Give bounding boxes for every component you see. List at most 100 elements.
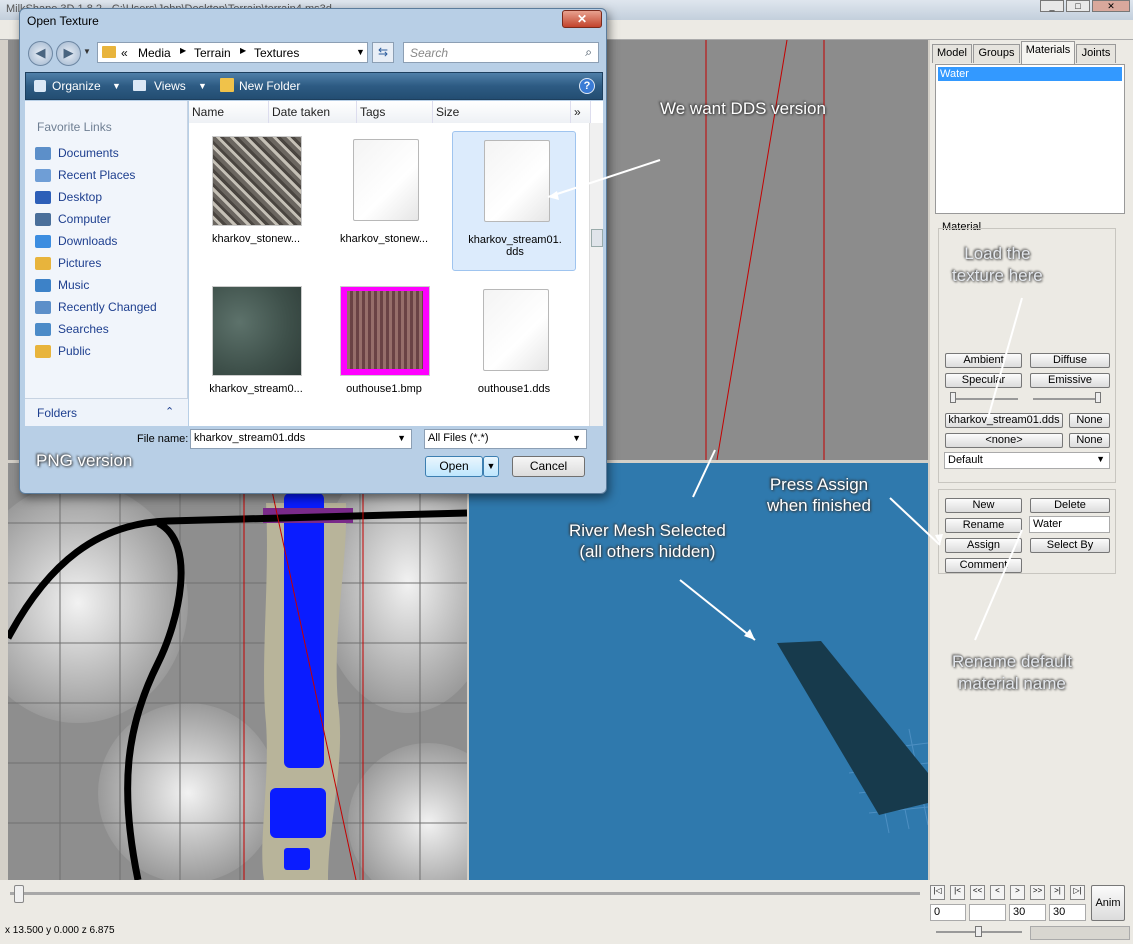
texture-button[interactable]: kharkov_stream01.dds <box>945 413 1063 428</box>
frame-empty-field[interactable] <box>969 904 1006 921</box>
file-name-label: kharkov_stream01. dds <box>468 234 562 258</box>
tab-model[interactable]: Model <box>932 44 972 63</box>
material-item-water[interactable]: Water <box>938 67 1122 81</box>
fast-forward-icon[interactable]: >> <box>1030 885 1045 900</box>
history-dropdown-icon[interactable]: ▼ <box>83 47 91 56</box>
texture-none-button[interactable]: None <box>1069 413 1110 428</box>
cancel-button[interactable]: Cancel <box>512 456 585 477</box>
alpha-none-button[interactable]: None <box>1069 433 1110 448</box>
file-item[interactable]: kharkov_stonew... <box>322 131 446 271</box>
anim-button[interactable]: Anim <box>1091 885 1125 921</box>
open-button[interactable]: Open <box>425 456 483 477</box>
file-name-dropdown-icon[interactable]: ▼ <box>397 433 406 443</box>
address-dropdown-icon[interactable]: ▼ <box>356 47 365 57</box>
maximize-button[interactable]: □ <box>1066 0 1090 12</box>
breadcrumb-overflow-icon[interactable]: « <box>121 46 128 60</box>
transparency-slider[interactable] <box>1033 398 1101 400</box>
shininess-slider[interactable] <box>950 398 1018 400</box>
ambient-button[interactable]: Ambient <box>945 353 1022 368</box>
next-key-icon[interactable]: >| <box>1050 885 1065 900</box>
breadcrumb-terrain[interactable]: Terrain <box>194 46 231 60</box>
alpha-map-button[interactable]: <none> <box>945 433 1063 448</box>
breadcrumb-textures[interactable]: Textures <box>254 46 299 60</box>
scrollbar-thumb[interactable] <box>591 229 603 247</box>
file-type-select[interactable]: All Files (*.*) ▼ <box>424 429 587 449</box>
nav-item-documents[interactable]: Documents <box>35 146 119 166</box>
forward-arrow-icon[interactable]: ▶ <box>56 41 81 66</box>
views-dropdown-icon[interactable]: ▼ <box>198 81 207 91</box>
frame-current-field[interactable]: 0 <box>930 904 966 921</box>
frame-total-field[interactable]: 30 <box>1009 904 1046 921</box>
nav-item-recently-changed[interactable]: Recently Changed <box>35 300 157 320</box>
transparency-slider-thumb[interactable] <box>1095 392 1101 403</box>
anim-speed-thumb[interactable] <box>975 926 982 937</box>
column-size[interactable]: Size <box>433 101 571 123</box>
file-item[interactable]: kharkov_stream0... <box>194 281 318 421</box>
breadcrumb-media[interactable]: Media <box>138 46 171 60</box>
search-input[interactable]: Search ⌕ <box>403 42 599 63</box>
file-item[interactable]: kharkov_stonew... <box>194 131 318 271</box>
step-forward-icon[interactable]: > <box>1010 885 1025 900</box>
new-folder-button[interactable]: New Folder <box>239 79 300 93</box>
emissive-button[interactable]: Emissive <box>1030 373 1110 388</box>
file-name-input[interactable]: kharkov_stream01.dds ▼ <box>190 429 412 449</box>
delete-button[interactable]: Delete <box>1030 498 1110 513</box>
file-type-value: All Files (*.*) <box>428 432 489 444</box>
file-name-label: outhouse1.bmp <box>346 383 422 395</box>
assign-button[interactable]: Assign <box>945 538 1022 553</box>
materials-list[interactable]: Water <box>935 64 1125 214</box>
dialog-close-button[interactable]: ✕ <box>562 10 602 28</box>
minimize-button[interactable]: _ <box>1040 0 1064 12</box>
prev-key-icon[interactable]: |< <box>950 885 965 900</box>
tab-materials[interactable]: Materials <box>1021 41 1075 64</box>
refresh-icon[interactable]: ⇆ <box>372 42 394 63</box>
nav-item-downloads[interactable]: Downloads <box>35 234 117 254</box>
file-item[interactable]: outhouse1.bmp <box>322 281 446 421</box>
specular-button[interactable]: Specular <box>945 373 1022 388</box>
organize-button[interactable]: Organize <box>52 79 101 93</box>
tab-groups[interactable]: Groups <box>973 44 1020 63</box>
first-frame-icon[interactable]: |◁ <box>930 885 945 900</box>
material-name-field[interactable]: Water <box>1029 516 1110 533</box>
file-item[interactable]: kharkov_stream01. dds <box>452 131 576 271</box>
chevron-up-icon[interactable]: ⌃ <box>165 405 174 418</box>
nav-item-pictures[interactable]: Pictures <box>35 256 101 276</box>
open-dropdown-icon[interactable]: ▼ <box>483 456 499 477</box>
rewind-icon[interactable]: << <box>970 885 985 900</box>
recently-changed-icon <box>35 301 51 315</box>
vertical-scrollbar[interactable] <box>589 123 603 426</box>
select-by-button[interactable]: Select By <box>1030 538 1110 553</box>
folders-bar[interactable]: Folders ⌃ <box>25 398 188 426</box>
nav-item-recent-places[interactable]: Recent Places <box>35 168 135 188</box>
more-columns-icon[interactable]: » <box>571 101 591 123</box>
viewport-bottom-left[interactable] <box>8 463 467 880</box>
frame-end-field[interactable]: 30 <box>1049 904 1086 921</box>
comment-button[interactable]: Comment <box>945 558 1022 573</box>
back-arrow-icon[interactable]: ◀ <box>28 41 53 66</box>
nav-item-desktop[interactable]: Desktop <box>35 190 102 210</box>
help-icon[interactable]: ? <box>579 78 595 94</box>
file-item[interactable]: outhouse1.dds <box>452 281 576 421</box>
new-button[interactable]: New <box>945 498 1022 513</box>
tab-joints[interactable]: Joints <box>1076 44 1116 63</box>
timeline-slider[interactable] <box>10 892 920 895</box>
nav-item-computer[interactable]: Computer <box>35 212 111 232</box>
step-back-icon[interactable]: < <box>990 885 1005 900</box>
file-type-dropdown-icon[interactable]: ▼ <box>572 433 581 443</box>
nav-item-music[interactable]: Music <box>35 278 89 298</box>
shininess-slider-thumb[interactable] <box>950 392 956 403</box>
timeline-thumb[interactable] <box>14 885 24 903</box>
material-mode-select[interactable]: Default ▼ <box>944 452 1110 469</box>
rename-button[interactable]: Rename <box>945 518 1022 533</box>
nav-item-searches[interactable]: Searches <box>35 322 109 342</box>
last-frame-icon[interactable]: ▷| <box>1070 885 1085 900</box>
column-tags[interactable]: Tags <box>357 101 433 123</box>
address-bar[interactable]: « Media ▶ Terrain ▶ Textures ▼ <box>97 42 368 63</box>
app-close-button[interactable]: ✕ <box>1092 0 1130 12</box>
nav-item-public[interactable]: Public <box>35 344 91 364</box>
column-name[interactable]: Name <box>189 101 269 123</box>
diffuse-button[interactable]: Diffuse <box>1030 353 1110 368</box>
views-button[interactable]: Views <box>154 79 186 93</box>
column-date-taken[interactable]: Date taken <box>269 101 357 123</box>
organize-dropdown-icon[interactable]: ▼ <box>112 81 121 91</box>
